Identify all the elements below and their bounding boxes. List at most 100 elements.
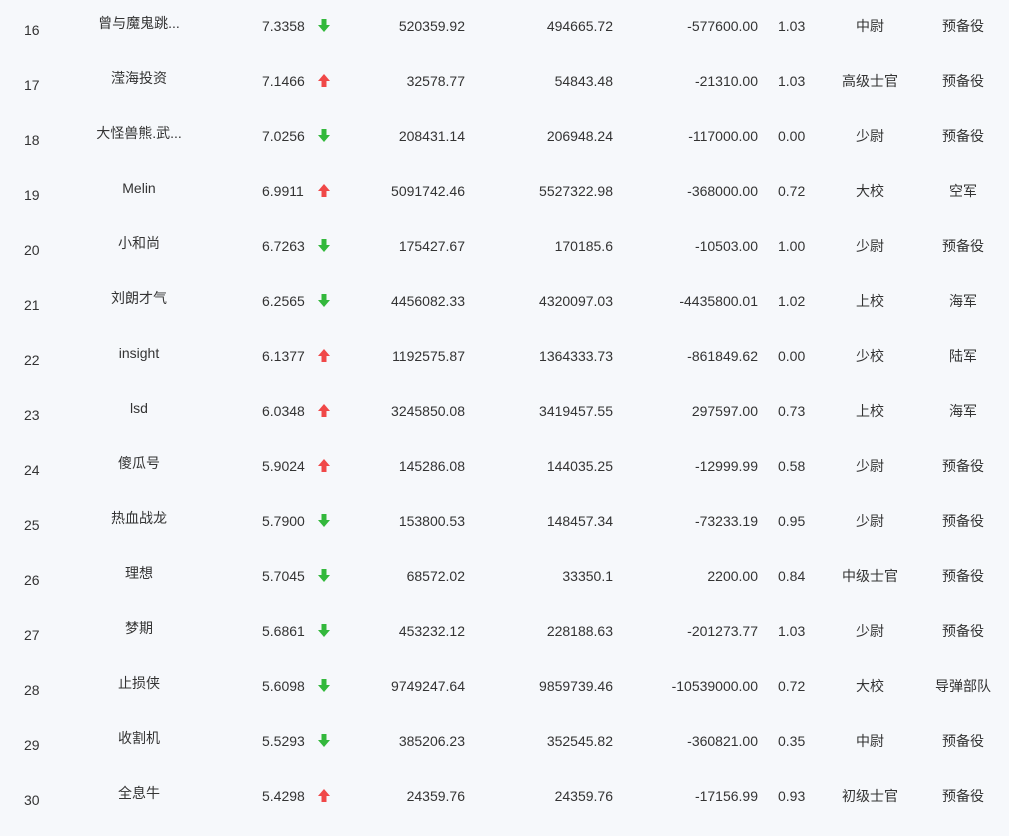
arrow-down-icon <box>317 679 331 693</box>
score-value: 6.7263 <box>262 238 305 254</box>
ratio-value: 1.03 <box>778 623 806 639</box>
player-name[interactable]: 大怪兽熊.武... <box>84 124 194 142</box>
value-column-3: -368000.00 <box>687 183 758 199</box>
value-column-1: 520359.92 <box>398 18 465 34</box>
rank-cell: 28 <box>24 682 40 698</box>
arrow-up-icon <box>317 459 331 473</box>
value-column-1: 175427.67 <box>398 238 465 254</box>
value-column-2: 9859739.46 <box>539 678 613 694</box>
table-row[interactable]: 16 曾与魔鬼跳... 7.3358 520359.92 494665.72 -57760… <box>0 11 1009 66</box>
score-value: 5.6861 <box>262 623 305 639</box>
military-rank: 少尉 <box>856 458 884 474</box>
military-branch: 预备役 <box>942 788 984 804</box>
rank-cell: 27 <box>24 627 40 643</box>
table-row[interactable]: 26 理想 5.7045 68572.02 33350.1 2200.00 0.84 中级士官… <box>0 561 1009 616</box>
value-column-3: -117000.00 <box>688 128 758 144</box>
rank-cell: 16 <box>24 22 40 38</box>
value-column-3: -10539000.00 <box>671 678 758 694</box>
table-row[interactable]: 30 全息牛 5.4298 24359.76 24359.76 -17156.99 0.93… <box>0 781 1009 836</box>
value-column-2: 3419457.55 <box>539 403 613 419</box>
player-name[interactable]: 曾与魔鬼跳... <box>84 14 194 32</box>
table-row[interactable]: 27 梦期 5.6861 453232.12 228188.63 -201273.77 1.… <box>0 616 1009 671</box>
player-name[interactable]: 收割机 <box>84 729 194 747</box>
military-branch: 空军 <box>949 183 977 199</box>
score-value: 5.7045 <box>262 568 305 584</box>
military-rank: 中级士官 <box>842 568 898 584</box>
rank-cell: 23 <box>24 407 40 423</box>
ratio-value: 0.58 <box>778 458 806 474</box>
table-row[interactable]: 28 止损侠 5.6098 9749247.64 9859739.46 -10539000… <box>0 671 1009 726</box>
value-column-3: -12999.99 <box>694 458 758 474</box>
score-value: 6.1377 <box>262 348 305 364</box>
score-value: 7.3358 <box>262 18 305 34</box>
rank-cell: 21 <box>24 297 40 313</box>
rank-cell: 18 <box>24 132 40 148</box>
player-name[interactable]: 全息牛 <box>84 784 194 802</box>
player-name[interactable]: 刘朗才气 <box>84 289 194 307</box>
value-column-2: 228188.63 <box>546 623 613 639</box>
score-value: 7.0256 <box>262 128 305 144</box>
player-name[interactable]: 热血战龙 <box>84 509 194 527</box>
military-rank: 大校 <box>856 678 884 694</box>
rank-cell: 19 <box>24 187 40 203</box>
value-column-1: 1192575.87 <box>392 348 465 364</box>
player-name[interactable]: 小和尚 <box>84 234 194 252</box>
value-column-1: 9749247.64 <box>391 678 465 694</box>
military-branch: 预备役 <box>942 458 984 474</box>
ranking-table: 16 曾与魔鬼跳... 7.3358 520359.92 494665.72 -57760… <box>0 0 1009 811</box>
table-row[interactable]: 25 热血战龙 5.7900 153800.53 148457.34 -73233.19 0… <box>0 506 1009 561</box>
table-row[interactable]: 19 Melin 6.9911 5091742.46 5527322.98 -368000… <box>0 176 1009 231</box>
value-column-3: -73233.19 <box>694 513 758 529</box>
ratio-value: 1.00 <box>778 238 806 254</box>
score-value: 7.1466 <box>262 73 305 89</box>
player-name[interactable]: 止损侠 <box>84 674 194 692</box>
player-name[interactable]: Melin <box>84 179 194 197</box>
arrow-up-icon <box>317 789 331 803</box>
table-row[interactable]: 18 大怪兽熊.武... 7.0256 208431.14 206948.24 -1170… <box>0 121 1009 176</box>
value-column-1: 3245850.08 <box>391 403 465 419</box>
value-column-3: -4435800.01 <box>679 293 758 309</box>
rank-cell: 20 <box>24 242 40 258</box>
value-column-2: 170185.6 <box>554 238 613 254</box>
military-branch: 海军 <box>949 403 977 419</box>
ratio-value: 0.00 <box>778 128 806 144</box>
value-column-1: 5091742.46 <box>391 183 465 199</box>
player-name[interactable]: 滢海投资 <box>84 69 194 87</box>
arrow-down-icon <box>317 734 331 748</box>
player-name[interactable]: 梦期 <box>84 619 194 637</box>
table-row[interactable]: 17 滢海投资 7.1466 32578.77 54843.48 -21310.00 1.0… <box>0 66 1009 121</box>
player-name[interactable]: 傻瓜号 <box>84 454 194 472</box>
score-value: 5.6098 <box>262 678 305 694</box>
military-branch: 预备役 <box>942 568 984 584</box>
table-row[interactable]: 24 傻瓜号 5.9024 145286.08 144035.25 -12999.99 0.… <box>0 451 1009 506</box>
arrow-down-icon <box>317 514 331 528</box>
table-row[interactable]: 21 刘朗才气 6.2565 4456082.33 4320097.03 -4435800… <box>0 286 1009 341</box>
ratio-value: 0.00 <box>778 348 806 364</box>
rank-cell: 22 <box>24 352 40 368</box>
player-name[interactable]: 理想 <box>84 564 194 582</box>
value-column-1: 453232.12 <box>398 623 465 639</box>
military-rank: 中尉 <box>856 733 884 749</box>
military-rank: 少尉 <box>856 238 884 254</box>
player-name[interactable]: insight <box>84 344 194 362</box>
score-value: 5.4298 <box>262 788 305 804</box>
arrow-down-icon <box>317 569 331 583</box>
table-row[interactable]: 22 insight 6.1377 1192575.87 1364333.73 -8618… <box>0 341 1009 396</box>
player-name[interactable]: lsd <box>84 399 194 417</box>
military-rank: 少尉 <box>856 513 884 529</box>
military-rank: 少尉 <box>856 623 884 639</box>
value-column-1: 385206.23 <box>398 733 465 749</box>
rank-cell: 29 <box>24 737 40 753</box>
value-column-2: 24359.76 <box>554 788 613 804</box>
table-row[interactable]: 29 收割机 5.5293 385206.23 352545.82 -360821.00 0… <box>0 726 1009 781</box>
score-value: 5.9024 <box>262 458 305 474</box>
military-branch: 预备役 <box>942 513 984 529</box>
table-row[interactable]: 20 小和尚 6.7263 175427.67 170185.6 -10503.00 1.0… <box>0 231 1009 286</box>
score-value: 6.0348 <box>262 403 305 419</box>
table-row[interactable]: 23 lsd 6.0348 3245850.08 3419457.55 297597.00… <box>0 396 1009 451</box>
military-branch: 预备役 <box>942 733 984 749</box>
military-rank: 初级士官 <box>842 788 898 804</box>
ratio-value: 0.35 <box>778 733 806 749</box>
ratio-value: 1.03 <box>778 18 806 34</box>
value-column-3: 297597.00 <box>691 403 758 419</box>
